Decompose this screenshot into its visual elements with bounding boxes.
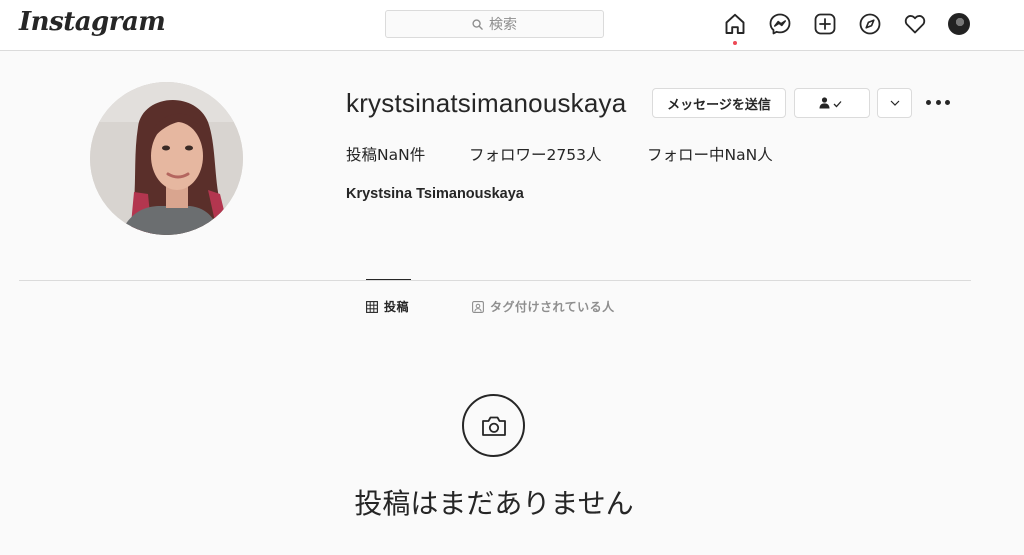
following-count[interactable]: フォロー中NaN人 — [647, 143, 773, 165]
followers-count[interactable]: フォロワー2753人 — [469, 143, 601, 165]
more-options-icon[interactable] — [926, 92, 950, 112]
tab-tagged-label: タグ付けされている人 — [490, 300, 615, 314]
profile-full-name: Krystsina Tsimanouskaya — [346, 186, 524, 202]
activity-heart-icon[interactable] — [903, 12, 927, 36]
home-icon[interactable] — [723, 12, 747, 36]
active-page-indicator — [733, 41, 737, 45]
tab-posts[interactable]: 投稿 — [366, 298, 409, 315]
messenger-icon[interactable] — [768, 12, 792, 36]
top-nav-bar: Instagram 検索 — [0, 0, 1024, 51]
posts-count: 投稿NaN件 — [346, 146, 426, 164]
chevron-down-icon — [890, 100, 899, 106]
person-check-icon — [819, 97, 842, 109]
search-icon — [472, 18, 483, 30]
search-placeholder: 検索 — [489, 17, 517, 33]
new-post-icon[interactable] — [813, 12, 837, 36]
instagram-logo[interactable]: Instagram — [19, 7, 166, 37]
explore-icon[interactable] — [858, 12, 882, 36]
send-message-button[interactable]: メッセージを送信 — [652, 88, 786, 118]
profile-username: krystsinatsimanouskaya — [346, 88, 627, 118]
following-button[interactable] — [794, 88, 870, 118]
tab-posts-label: 投稿 — [384, 300, 410, 314]
suggested-accounts-button[interactable] — [877, 88, 912, 118]
grid-icon — [366, 300, 378, 313]
camera-icon — [462, 394, 525, 457]
tabs-divider — [19, 280, 971, 281]
active-tab-indicator — [366, 279, 411, 280]
profile-picture — [90, 82, 243, 235]
search-input[interactable]: 検索 — [385, 10, 604, 38]
tab-tagged[interactable]: タグ付けされている人 — [472, 298, 615, 315]
tagged-icon — [472, 300, 484, 313]
profile-avatar[interactable] — [948, 13, 970, 35]
no-posts-message: 投稿はまだありません — [354, 487, 634, 520]
